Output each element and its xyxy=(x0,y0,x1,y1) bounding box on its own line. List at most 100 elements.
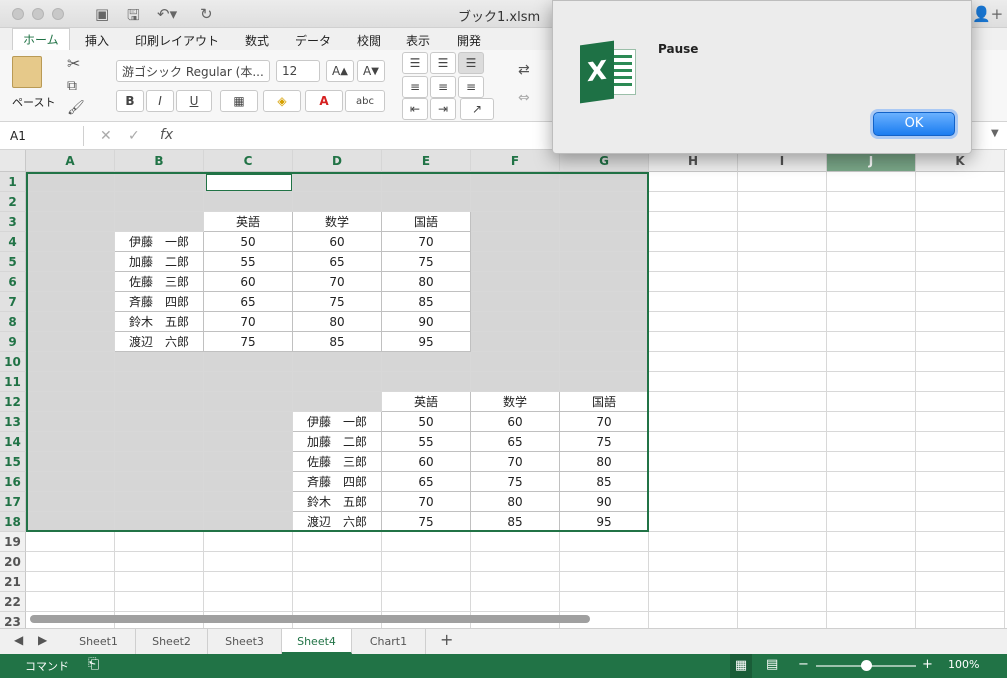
cell-f6[interactable] xyxy=(471,272,560,292)
row-header-5[interactable]: 5 xyxy=(0,252,26,272)
copy-icon[interactable]: ⧉ xyxy=(67,78,77,94)
cell-g10[interactable] xyxy=(560,352,649,372)
cell-g22[interactable] xyxy=(560,592,649,612)
cell-c18[interactable] xyxy=(204,512,293,532)
row-header-15[interactable]: 15 xyxy=(0,452,26,472)
cell-a8[interactable] xyxy=(26,312,115,332)
cell-b2[interactable] xyxy=(115,192,204,212)
cell-d12[interactable] xyxy=(293,392,382,412)
cell-i1[interactable] xyxy=(738,172,827,192)
cell-e17[interactable]: 70 xyxy=(382,492,471,512)
cell-c6[interactable]: 60 xyxy=(204,272,293,292)
cell-b12[interactable] xyxy=(115,392,204,412)
cell-k7[interactable] xyxy=(916,292,1005,312)
format-painter-icon[interactable]: 🖌 xyxy=(67,100,85,116)
cell-d15[interactable]: 佐藤 三郎 xyxy=(293,452,382,472)
tab-page-layout[interactable]: 印刷レイアウト xyxy=(135,30,219,51)
column-header-f[interactable]: F xyxy=(471,150,560,172)
row-header-3[interactable]: 3 xyxy=(0,212,26,232)
cell-k18[interactable] xyxy=(916,512,1005,532)
cell-h17[interactable] xyxy=(649,492,738,512)
cell-k10[interactable] xyxy=(916,352,1005,372)
prev-sheet-icon[interactable]: ◀ xyxy=(14,633,23,647)
cell-c10[interactable] xyxy=(204,352,293,372)
cell-h2[interactable] xyxy=(649,192,738,212)
cell-a14[interactable] xyxy=(26,432,115,452)
redo-icon[interactable]: ↻ xyxy=(200,5,213,23)
row-header-13[interactable]: 13 xyxy=(0,412,26,432)
cell-i11[interactable] xyxy=(738,372,827,392)
cell-e13[interactable]: 50 xyxy=(382,412,471,432)
cell-h7[interactable] xyxy=(649,292,738,312)
cell-c9[interactable]: 75 xyxy=(204,332,293,352)
decrease-font-button[interactable]: A ▼ xyxy=(357,60,385,82)
font-name-select[interactable]: 游ゴシック Regular (本... xyxy=(116,60,270,82)
cell-i8[interactable] xyxy=(738,312,827,332)
cell-j8[interactable] xyxy=(827,312,916,332)
cell-j21[interactable] xyxy=(827,572,916,592)
cell-b9[interactable]: 渡辺 六郎 xyxy=(115,332,204,352)
cell-e15[interactable]: 60 xyxy=(382,452,471,472)
cell-k11[interactable] xyxy=(916,372,1005,392)
insert-function-icon[interactable]: fx xyxy=(160,127,173,143)
cell-f21[interactable] xyxy=(471,572,560,592)
cell-g8[interactable] xyxy=(560,312,649,332)
page-layout-view-icon[interactable]: ▤ xyxy=(766,657,778,672)
cell-c14[interactable] xyxy=(204,432,293,452)
cell-b15[interactable] xyxy=(115,452,204,472)
cell-g7[interactable] xyxy=(560,292,649,312)
wrap-text-icon[interactable]: ⇄ xyxy=(518,62,530,78)
cell-i2[interactable] xyxy=(738,192,827,212)
align-top-button[interactable]: ☰ xyxy=(402,52,428,74)
cell-e14[interactable]: 55 xyxy=(382,432,471,452)
cell-e6[interactable]: 80 xyxy=(382,272,471,292)
cell-j14[interactable] xyxy=(827,432,916,452)
cell-i16[interactable] xyxy=(738,472,827,492)
align-right-button[interactable]: ≡ xyxy=(458,76,484,98)
cell-a12[interactable] xyxy=(26,392,115,412)
cell-b13[interactable] xyxy=(115,412,204,432)
cell-c2[interactable] xyxy=(204,192,293,212)
row-header-1[interactable]: 1 xyxy=(0,172,26,192)
cell-h16[interactable] xyxy=(649,472,738,492)
cell-a3[interactable] xyxy=(26,212,115,232)
cell-b19[interactable] xyxy=(115,532,204,552)
cell-k8[interactable] xyxy=(916,312,1005,332)
cell-b1[interactable] xyxy=(115,172,204,192)
cell-j23[interactable] xyxy=(827,612,916,628)
cell-j11[interactable] xyxy=(827,372,916,392)
cell-f5[interactable] xyxy=(471,252,560,272)
cell-c21[interactable] xyxy=(204,572,293,592)
row-header-10[interactable]: 10 xyxy=(0,352,26,372)
row-header-14[interactable]: 14 xyxy=(0,432,26,452)
cell-g14[interactable]: 75 xyxy=(560,432,649,452)
cell-i13[interactable] xyxy=(738,412,827,432)
cell-i22[interactable] xyxy=(738,592,827,612)
cell-k6[interactable] xyxy=(916,272,1005,292)
align-bottom-button[interactable]: ☰ xyxy=(458,52,484,74)
cell-i4[interactable] xyxy=(738,232,827,252)
cell-j7[interactable] xyxy=(827,292,916,312)
cell-e10[interactable] xyxy=(382,352,471,372)
cell-d21[interactable] xyxy=(293,572,382,592)
cell-c19[interactable] xyxy=(204,532,293,552)
cell-a21[interactable] xyxy=(26,572,115,592)
minimize-window-button[interactable] xyxy=(32,8,44,20)
row-header-19[interactable]: 19 xyxy=(0,532,26,552)
cell-b16[interactable] xyxy=(115,472,204,492)
cell-a5[interactable] xyxy=(26,252,115,272)
align-middle-button[interactable]: ☰ xyxy=(430,52,456,74)
cell-g3[interactable] xyxy=(560,212,649,232)
cell-i5[interactable] xyxy=(738,252,827,272)
cell-g6[interactable] xyxy=(560,272,649,292)
row-header-23[interactable]: 23 xyxy=(0,612,26,628)
cell-c13[interactable] xyxy=(204,412,293,432)
cell-k14[interactable] xyxy=(916,432,1005,452)
cell-f4[interactable] xyxy=(471,232,560,252)
ok-button[interactable]: OK xyxy=(873,112,955,136)
cell-a6[interactable] xyxy=(26,272,115,292)
row-header-22[interactable]: 22 xyxy=(0,592,26,612)
cell-k13[interactable] xyxy=(916,412,1005,432)
row-header-2[interactable]: 2 xyxy=(0,192,26,212)
cell-b4[interactable]: 伊藤 一郎 xyxy=(115,232,204,252)
